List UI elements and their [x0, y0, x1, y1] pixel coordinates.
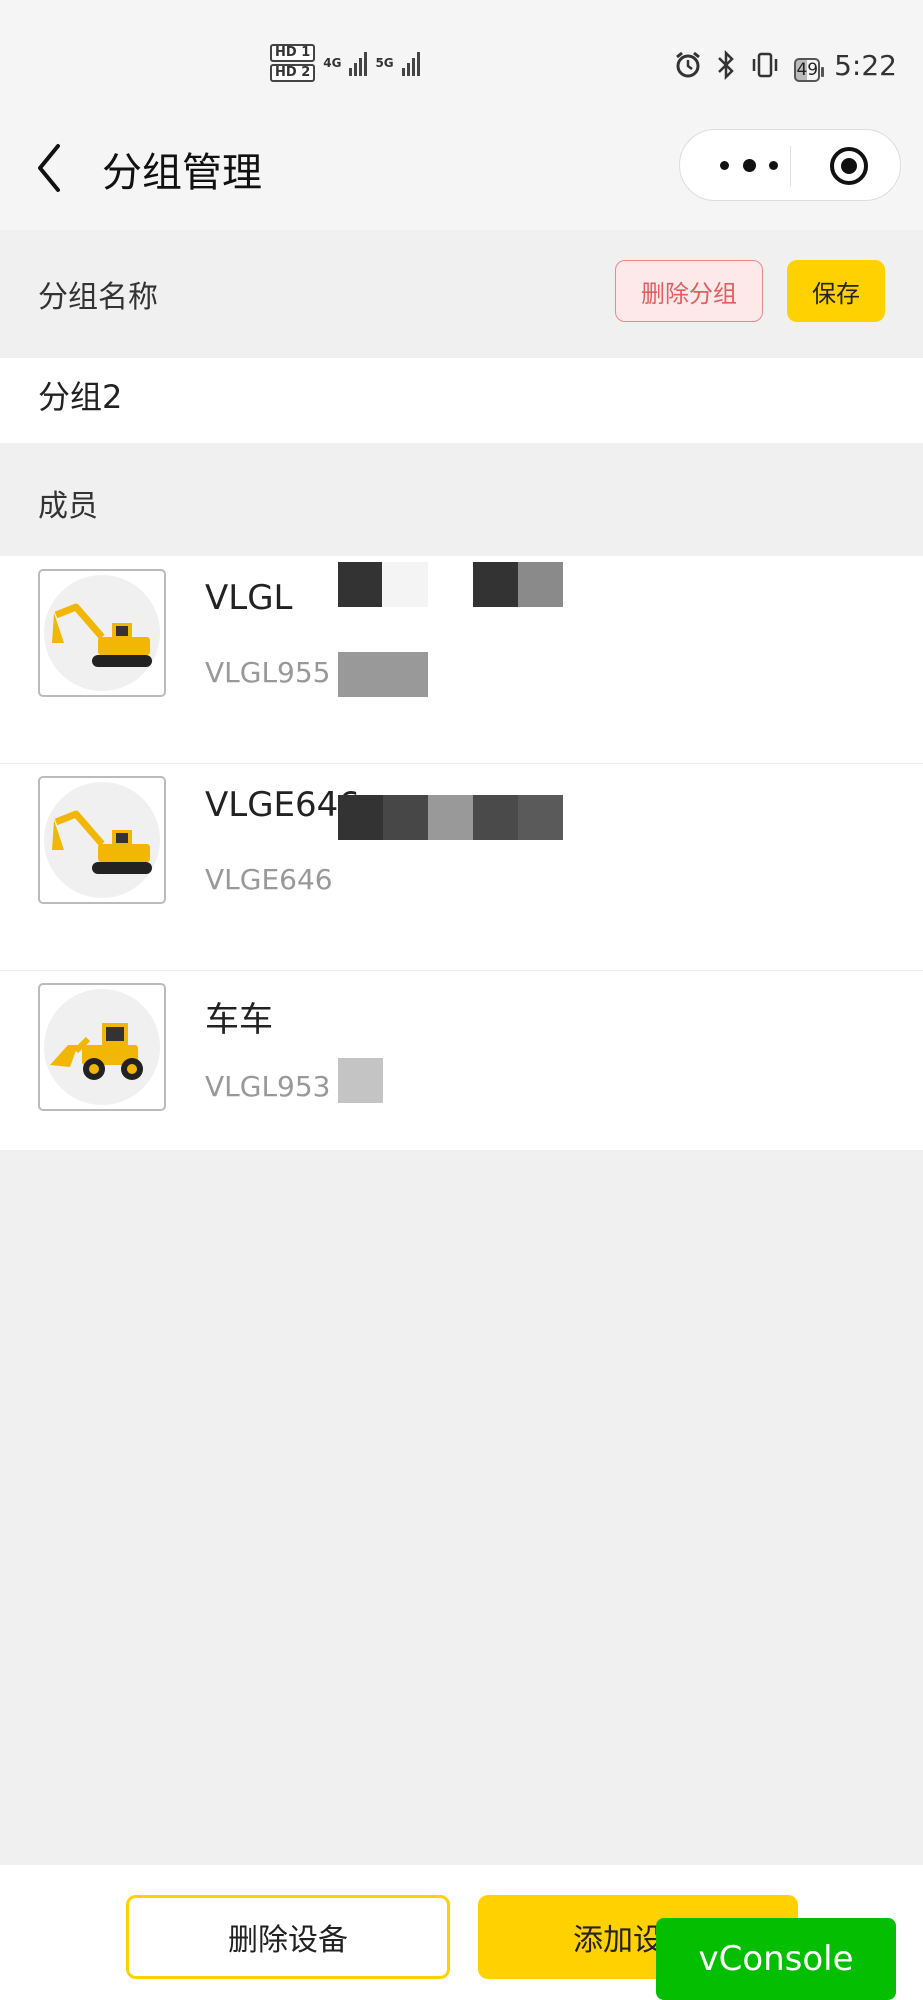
device-code: VLGL955 [205, 656, 331, 689]
redaction-block [338, 1058, 383, 1103]
excavator-icon [38, 776, 166, 904]
bluetooth-icon [718, 50, 735, 80]
device-name: VLGL [205, 578, 293, 618]
hd2-icon: HD 2 [270, 63, 316, 82]
device-item[interactable]: VLGE646 VLGE646 [0, 763, 923, 971]
battery-icon: 49 [794, 57, 821, 82]
redaction-block [473, 795, 518, 840]
device-code: VLGE646 [205, 863, 333, 896]
hd1-icon: HD 1 [270, 43, 316, 62]
signal-icon [401, 50, 420, 76]
redaction-block [518, 795, 563, 840]
device-list: VLGL VLGL955 VLGE646 VLGE646 车车 VLGL953 [0, 556, 923, 1150]
members-section: 成员 [0, 443, 923, 556]
redaction-block [382, 562, 428, 607]
delete-group-button[interactable]: 删除分组 [615, 260, 763, 322]
redaction-block [338, 859, 348, 904]
group-name-row: 分组名称 删除分组 保存 [0, 230, 923, 358]
group-name-input[interactable] [38, 376, 838, 414]
device-item[interactable]: 车车 VLGL953 [0, 970, 923, 1177]
nav-bar: 分组管理 [0, 110, 923, 230]
vibrate-icon [753, 52, 778, 78]
status-right: 49 5:22 [674, 45, 897, 85]
redaction-block [428, 795, 473, 840]
close-miniprogram-icon[interactable] [829, 146, 869, 186]
members-label: 成员 [38, 489, 98, 524]
group-name-input-row [0, 358, 923, 443]
redaction-block [338, 562, 382, 607]
status-bar: HD 1 HD 2 4G 5G 49 5:22 [0, 0, 923, 110]
miniprogram-capsule [679, 129, 901, 201]
redaction-block [428, 562, 473, 607]
delete-device-button[interactable]: 删除设备 [126, 1895, 450, 1979]
clock: 5:22 [834, 48, 897, 82]
save-button[interactable]: 保存 [787, 260, 885, 322]
alarm-icon [676, 51, 701, 78]
add-device-label: 添加设 [573, 1923, 663, 1958]
network-indicators: HD 1 HD 2 4G 5G [270, 40, 420, 85]
network-type-1: 4G [323, 55, 342, 70]
redaction-block [338, 652, 428, 697]
excavator-icon [38, 569, 166, 697]
vconsole-button[interactable]: vConsole [656, 1918, 896, 2000]
signal-icon [349, 50, 368, 76]
device-name: 车车 [205, 1000, 273, 1040]
redaction-block [383, 795, 428, 840]
redaction-block [518, 562, 563, 607]
capsule-divider [790, 146, 791, 186]
redaction-block [473, 562, 518, 607]
back-arrow-icon[interactable] [30, 138, 70, 198]
page-title: 分组管理 [102, 150, 262, 196]
network-type-2: 5G [375, 55, 394, 70]
device-item[interactable]: VLGL VLGL955 [0, 556, 923, 764]
more-icon[interactable] [720, 152, 778, 178]
redaction-block [338, 795, 383, 840]
group-name-label: 分组名称 [38, 280, 158, 315]
device-name: VLGE646 [205, 785, 360, 825]
device-code: VLGL953 [205, 1070, 331, 1103]
loader-icon [38, 983, 166, 1111]
